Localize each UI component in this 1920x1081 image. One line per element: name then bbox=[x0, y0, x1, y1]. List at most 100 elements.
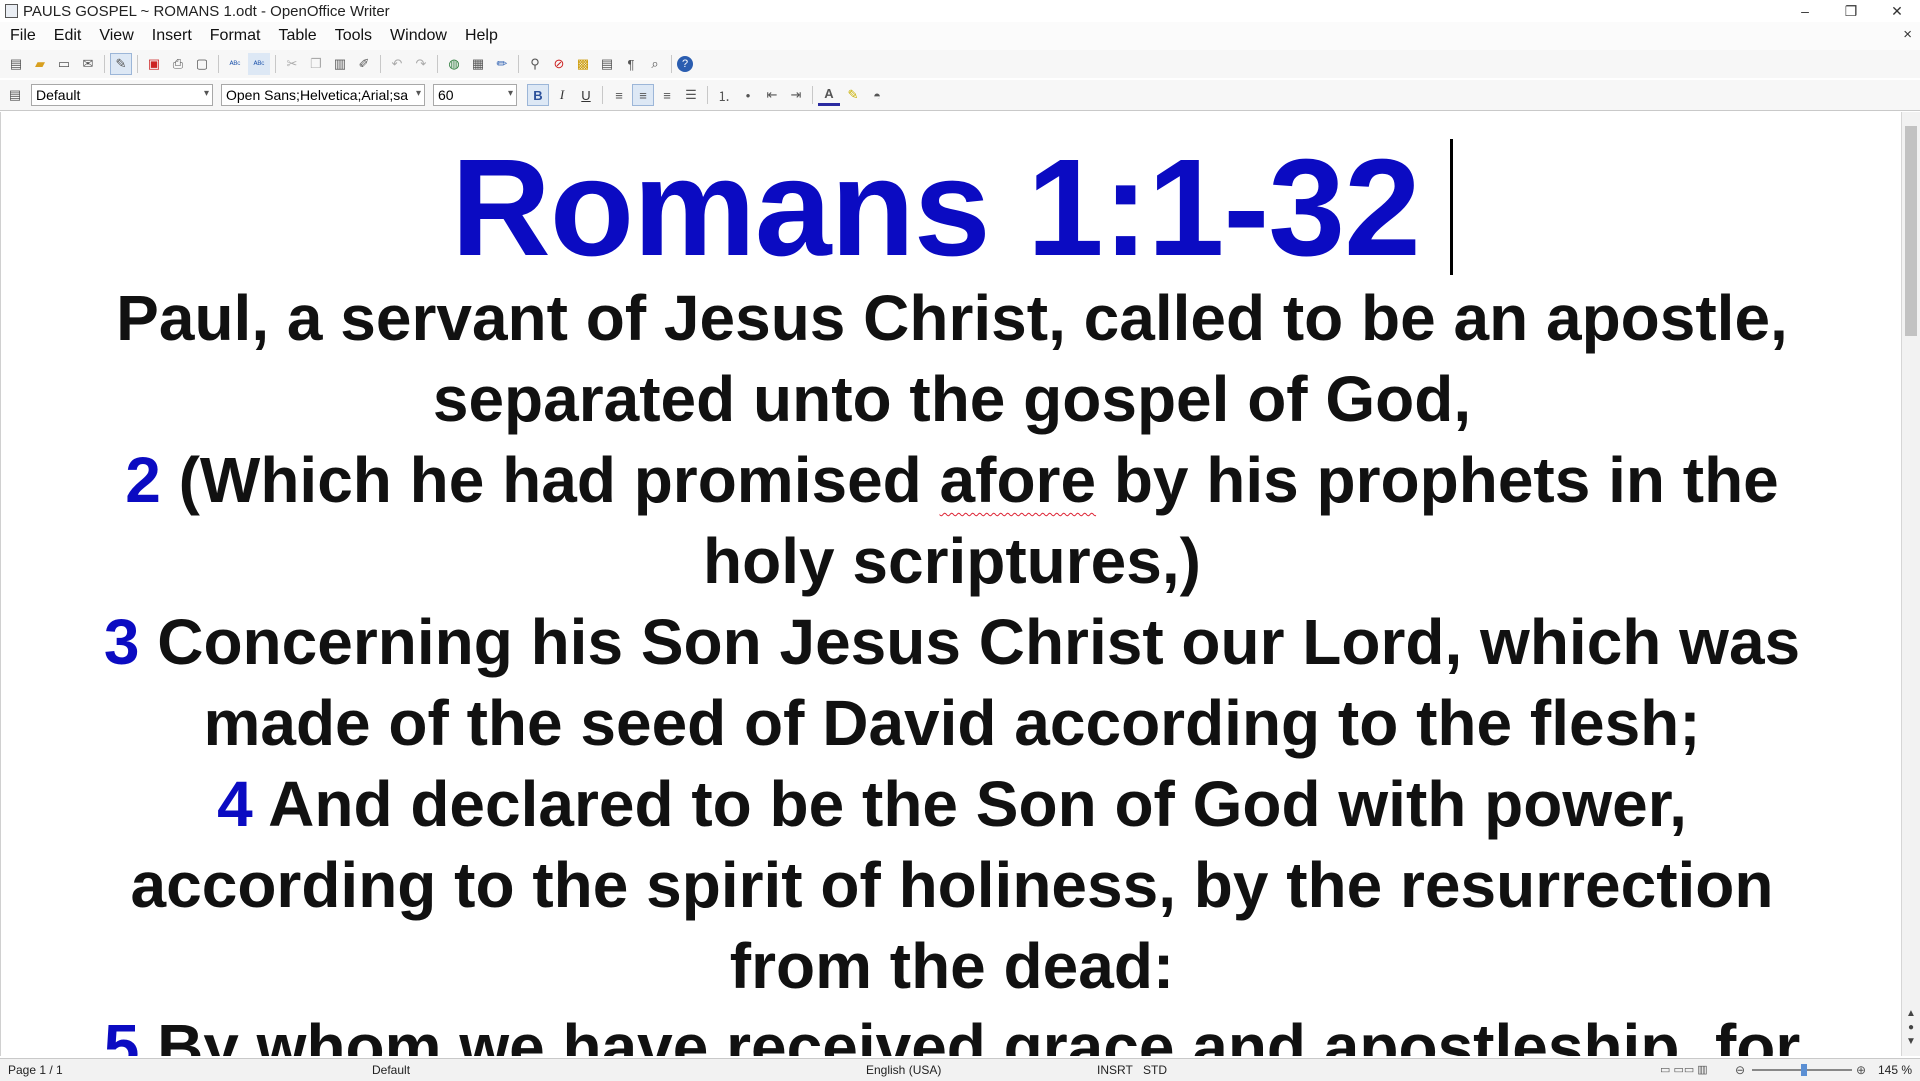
title-bar: PAULS GOSPEL ~ ROMANS 1.odt - OpenOffice… bbox=[0, 0, 1920, 22]
language-indicator[interactable]: English (USA) bbox=[866, 1063, 941, 1077]
align-center-icon[interactable]: ≡ bbox=[632, 84, 654, 106]
page-indicator[interactable]: Page 1 / 1 bbox=[8, 1063, 63, 1077]
verse-4-line-3: from the dead: bbox=[729, 930, 1175, 1002]
menu-view[interactable]: View bbox=[90, 27, 142, 45]
bullets-icon[interactable]: • bbox=[737, 84, 759, 106]
misspelled-word[interactable]: afore bbox=[940, 444, 1097, 516]
chevron-down-icon: ▾ bbox=[203, 88, 209, 99]
open-icon[interactable]: ▰ bbox=[29, 53, 51, 75]
vertical-scrollbar[interactable]: ▲ ● ▼ bbox=[1901, 112, 1920, 1056]
copy-icon[interactable]: ❐ bbox=[305, 53, 327, 75]
background-color-icon[interactable]: ◓ bbox=[866, 84, 888, 106]
zoom-in-icon[interactable]: ⊕ bbox=[1856, 1063, 1866, 1077]
selection-mode[interactable]: STD bbox=[1143, 1063, 1167, 1077]
gallery-icon[interactable]: ▩ bbox=[572, 53, 594, 75]
numbering-icon[interactable]: ⒈ bbox=[713, 84, 735, 106]
verse-2-text-end: by his prophets in the bbox=[1096, 444, 1779, 516]
edit-mode-icon[interactable]: ✎ bbox=[110, 53, 132, 75]
paste-icon[interactable]: ▥ bbox=[329, 53, 351, 75]
restore-button[interactable]: ❐ bbox=[1828, 0, 1874, 22]
verse-number: 3 bbox=[103, 606, 140, 678]
help-icon[interactable]: ? bbox=[677, 56, 693, 72]
page-style[interactable]: Default bbox=[372, 1063, 410, 1077]
verse-4-line-2: according to the spirit of holiness, by … bbox=[130, 849, 1774, 921]
verse-4-line-1: And declared to be the Son of God with p… bbox=[252, 768, 1687, 840]
cut-icon[interactable]: ✂ bbox=[281, 53, 303, 75]
menu-insert[interactable]: Insert bbox=[143, 27, 201, 45]
font-color-icon[interactable]: A bbox=[818, 84, 840, 106]
hyperlink-icon[interactable]: ◍ bbox=[443, 53, 465, 75]
new-icon[interactable]: ▤ bbox=[5, 53, 27, 75]
minimize-button[interactable]: – bbox=[1782, 0, 1828, 22]
paragraph-style-value: Default bbox=[36, 87, 81, 103]
verse-number: 4 bbox=[217, 768, 253, 840]
print-icon[interactable]: ⎙ bbox=[167, 53, 189, 75]
window-title: PAULS GOSPEL ~ ROMANS 1.odt - OpenOffice… bbox=[23, 2, 390, 20]
nonprinting-chars-icon[interactable]: ¶ bbox=[620, 53, 642, 75]
print-preview-icon[interactable]: ▢ bbox=[191, 53, 213, 75]
verse-3-line-1: Concerning his Son Jesus Christ our Lord… bbox=[139, 606, 1801, 678]
zoom-icon[interactable]: ⌕ bbox=[644, 53, 666, 75]
styles-icon[interactable]: ▤ bbox=[4, 84, 26, 106]
scrollbar-thumb[interactable] bbox=[1905, 126, 1917, 336]
menu-tools[interactable]: Tools bbox=[326, 27, 381, 45]
zoom-out-icon[interactable]: ⊖ bbox=[1735, 1063, 1745, 1077]
increase-indent-icon[interactable]: ⇥ bbox=[785, 84, 807, 106]
menu-format[interactable]: Format bbox=[201, 27, 270, 45]
verse-number: 5 bbox=[103, 1011, 140, 1056]
font-size-select[interactable]: 60 ▾ bbox=[433, 84, 517, 106]
table-icon[interactable]: ▦ bbox=[467, 53, 489, 75]
undo-icon[interactable]: ↶ bbox=[386, 53, 408, 75]
menu-edit[interactable]: Edit bbox=[45, 27, 91, 45]
page-up-icon[interactable]: ▲ bbox=[1904, 1008, 1918, 1020]
redo-icon[interactable]: ↷ bbox=[410, 53, 432, 75]
highlight-icon[interactable]: ✎ bbox=[842, 84, 864, 106]
underline-button[interactable]: U bbox=[575, 84, 597, 106]
zoom-slider-handle[interactable] bbox=[1801, 1064, 1807, 1076]
zoom-level[interactable]: 145 % bbox=[1878, 1063, 1912, 1077]
draw-icon[interactable]: ✏ bbox=[491, 53, 513, 75]
italic-button[interactable]: I bbox=[551, 84, 573, 106]
menu-window[interactable]: Window bbox=[381, 27, 456, 45]
window-controls: – ❐ ✕ bbox=[1782, 0, 1920, 22]
align-left-icon[interactable]: ≡ bbox=[608, 84, 630, 106]
bold-button[interactable]: B bbox=[527, 84, 549, 106]
formatting-toolbar: ▤ Default ▾ Open Sans;Helvetica;Arial;sa… bbox=[0, 80, 1920, 111]
menu-help[interactable]: Help bbox=[456, 27, 507, 45]
email-icon[interactable]: ✉ bbox=[77, 53, 99, 75]
menu-table[interactable]: Table bbox=[269, 27, 325, 45]
close-document-icon[interactable]: × bbox=[1903, 26, 1912, 43]
save-icon[interactable]: ▭ bbox=[53, 53, 75, 75]
autospell-icon[interactable]: ᴬᴮᶜ bbox=[248, 53, 270, 75]
justify-icon[interactable]: ☰ bbox=[680, 84, 702, 106]
verse-1: Paul, a servant of Jesus Christ, called … bbox=[1, 278, 1903, 440]
chevron-down-icon: ▾ bbox=[415, 88, 421, 99]
menu-bar: File Edit View Insert Format Table Tools… bbox=[0, 22, 1920, 50]
export-pdf-icon[interactable]: ▣ bbox=[143, 53, 165, 75]
document-page: Romans 1:1-32 Paul, a servant of Jesus C… bbox=[1, 112, 1903, 1056]
align-right-icon[interactable]: ≡ bbox=[656, 84, 678, 106]
spellcheck-icon[interactable]: ᴬᴮᶜ bbox=[224, 53, 246, 75]
font-size-value: 60 bbox=[438, 87, 454, 103]
verse-3: 3 Concerning his Son Jesus Christ our Lo… bbox=[1, 602, 1903, 764]
datasource-icon[interactable]: ▤ bbox=[596, 53, 618, 75]
navigation-icon[interactable]: ● bbox=[1904, 1022, 1918, 1034]
paragraph-style-select[interactable]: Default ▾ bbox=[31, 84, 213, 106]
verse-3-line-2: made of the seed of David according to t… bbox=[203, 687, 1701, 759]
text-cursor bbox=[1449, 139, 1453, 275]
insert-mode[interactable]: INSRT bbox=[1097, 1063, 1133, 1077]
document-canvas[interactable]: Romans 1:1-32 Paul, a servant of Jesus C… bbox=[0, 112, 1903, 1056]
font-name-select[interactable]: Open Sans;Helvetica;Arial;sa ▾ bbox=[221, 84, 425, 106]
font-name-value: Open Sans;Helvetica;Arial;sa bbox=[226, 87, 409, 103]
view-layout-icons[interactable]: ▭ ▭▭ ▥ bbox=[1660, 1063, 1708, 1076]
verse-5-line-1: By whom we have received grace and apost… bbox=[139, 1011, 1801, 1056]
page-down-icon[interactable]: ▼ bbox=[1904, 1036, 1918, 1048]
clone-format-icon[interactable]: ✐ bbox=[353, 53, 375, 75]
menu-file[interactable]: File bbox=[0, 27, 45, 45]
navigator-icon[interactable]: ⊘ bbox=[548, 53, 570, 75]
decrease-indent-icon[interactable]: ⇤ bbox=[761, 84, 783, 106]
verse-2-text: (Which he had promised bbox=[160, 444, 940, 516]
heading-text: Romans 1:1-32 bbox=[451, 131, 1421, 285]
find-icon[interactable]: ⚲ bbox=[524, 53, 546, 75]
close-button[interactable]: ✕ bbox=[1874, 0, 1920, 22]
